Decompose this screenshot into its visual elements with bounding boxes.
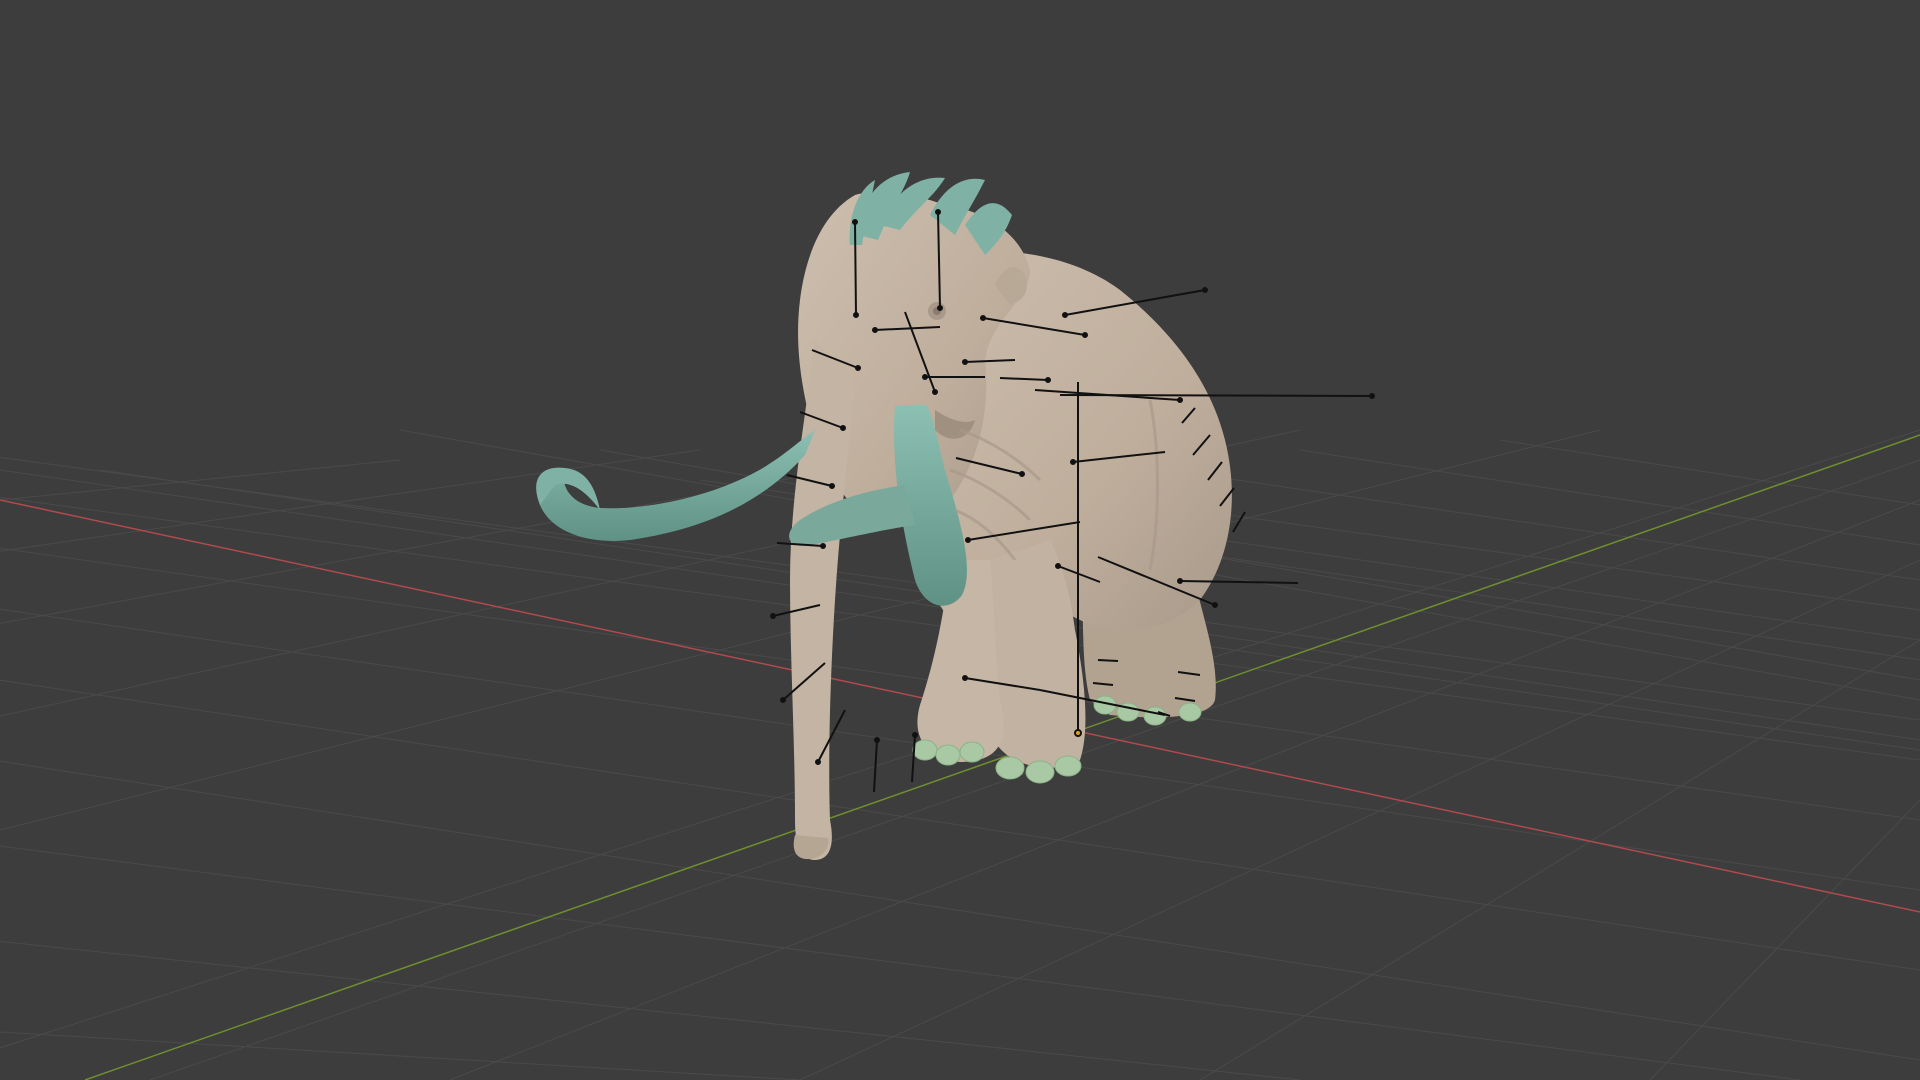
3d-viewport[interactable] — [0, 0, 1920, 1080]
viewport-canvas[interactable] — [0, 0, 1920, 1080]
mammoth-trunk — [790, 340, 855, 860]
mammoth-model[interactable] — [536, 172, 1232, 860]
